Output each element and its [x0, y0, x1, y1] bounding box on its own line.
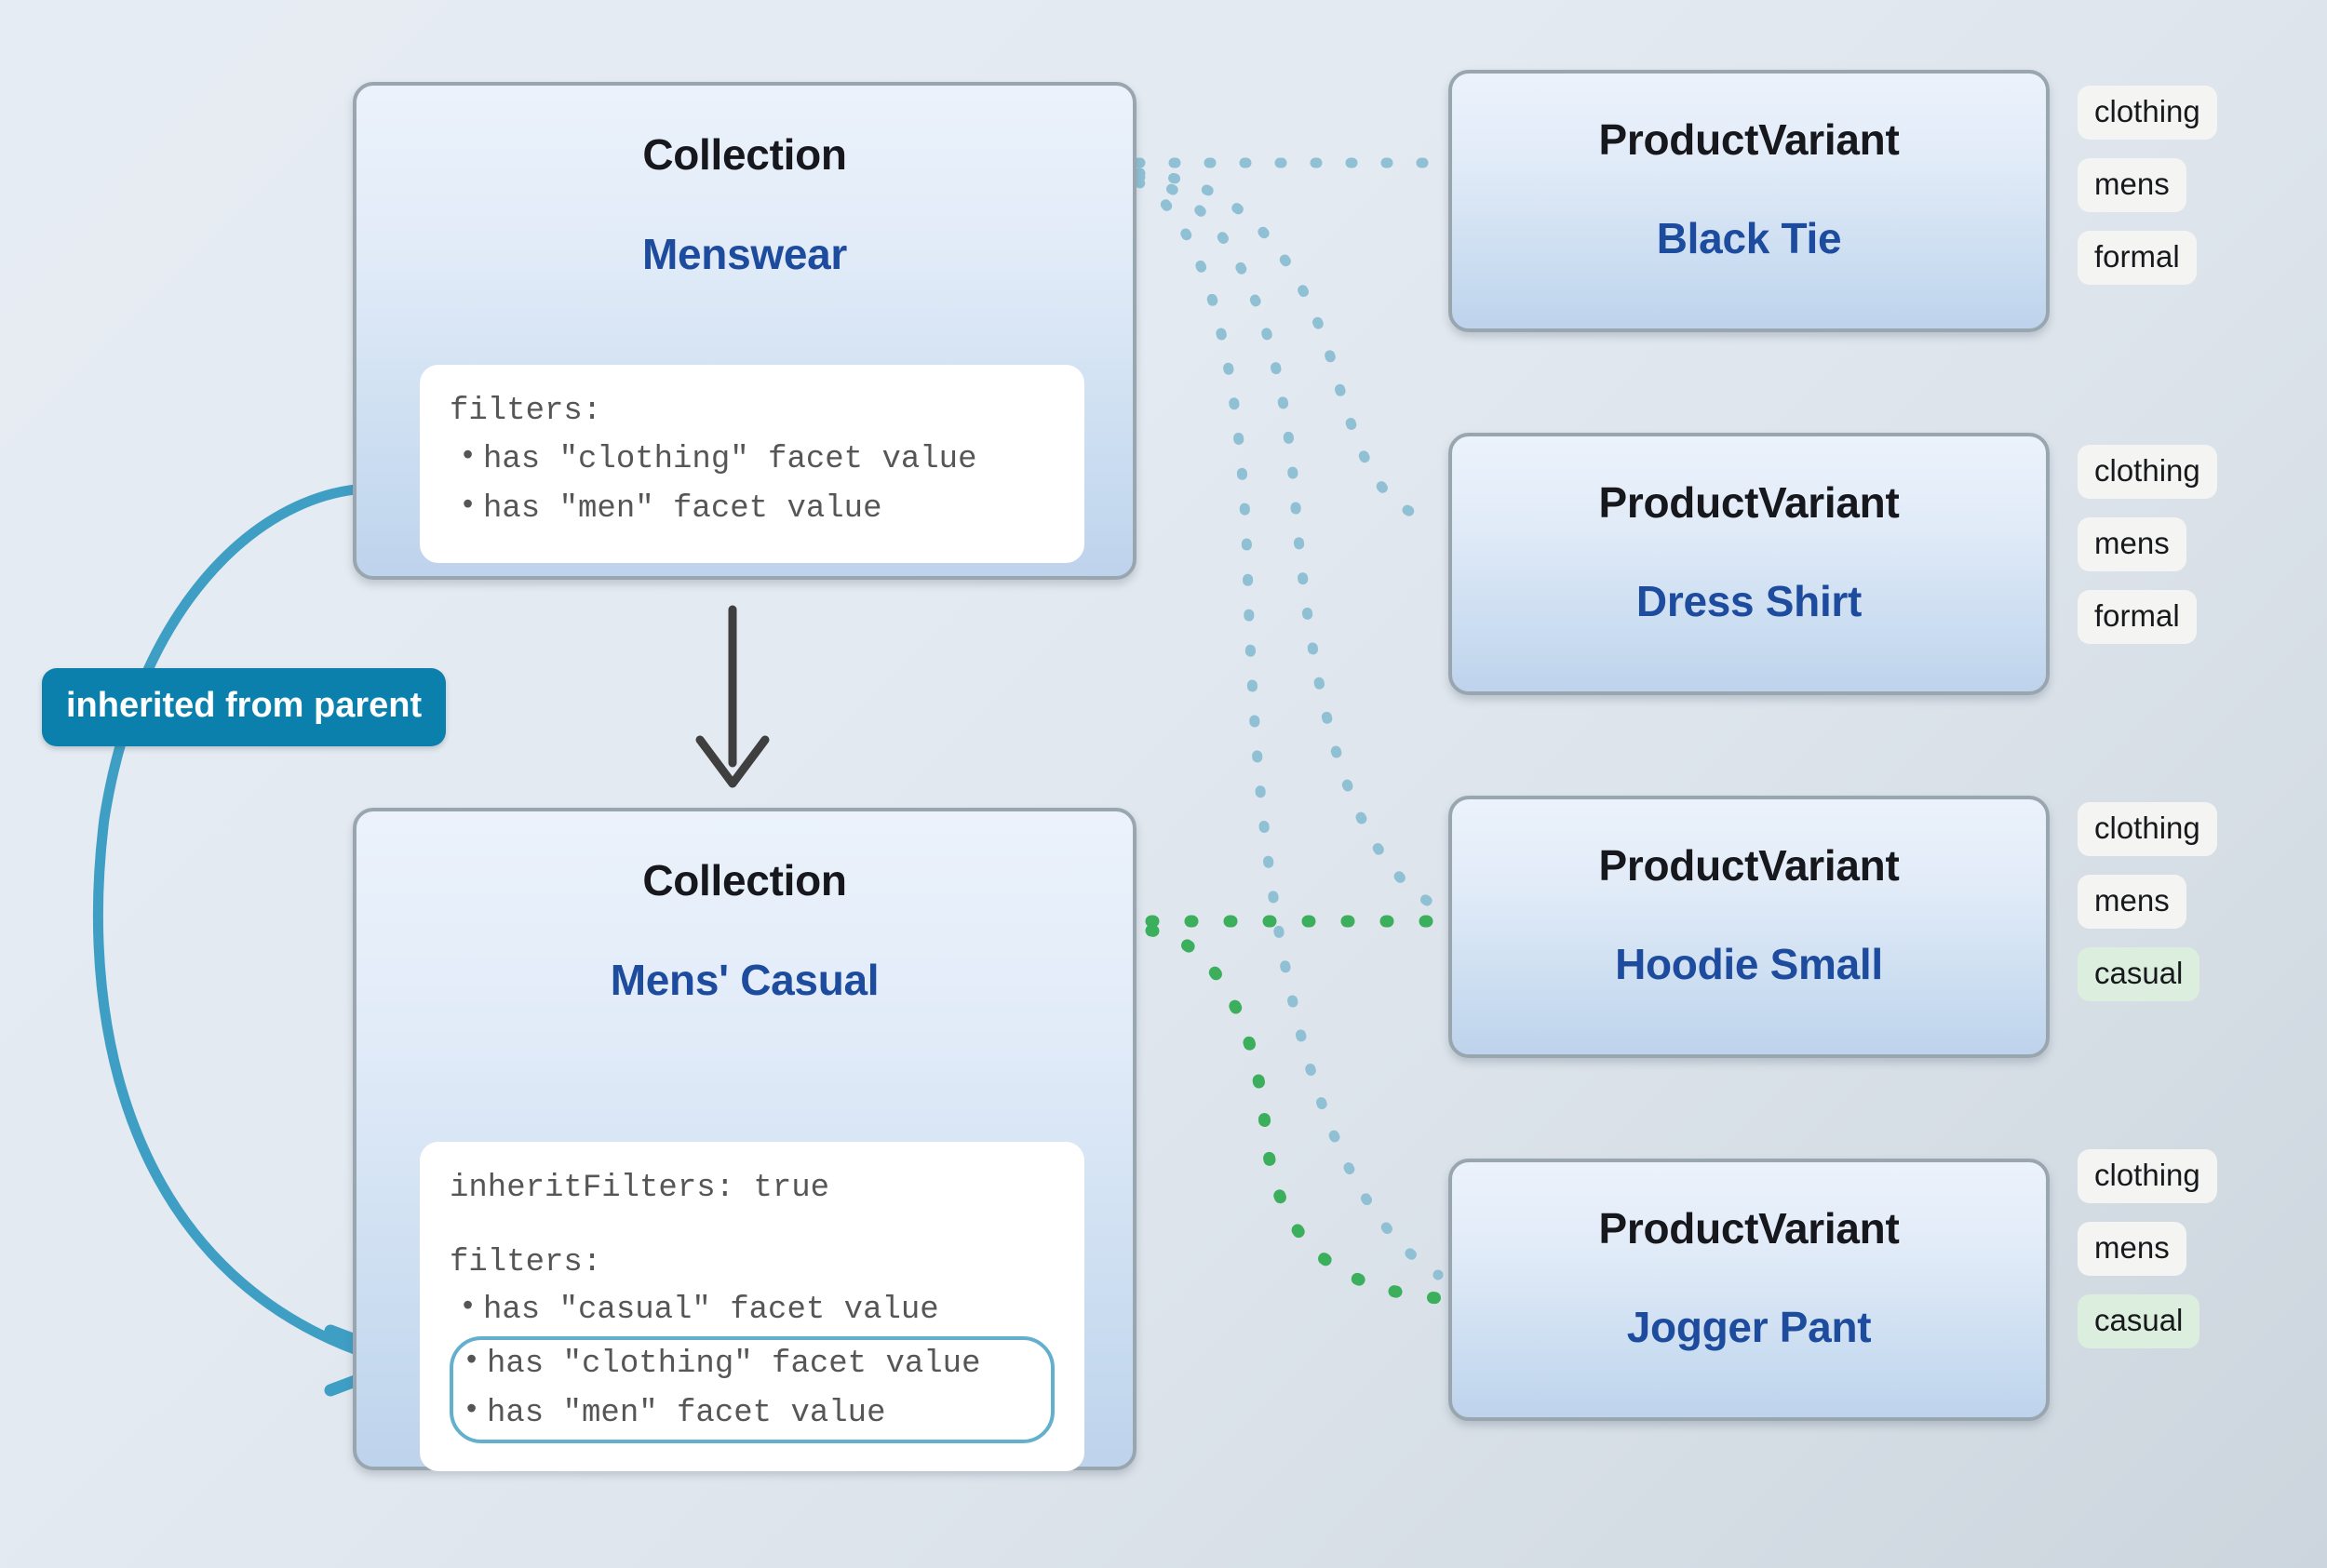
filter-item: has "men" facet value [453, 1389, 1051, 1440]
facet-tag: clothing [2078, 86, 2217, 140]
filters-label: filters: [450, 394, 602, 429]
facet-tag: formal [2078, 231, 2197, 285]
connector-menswear-hoodie [1133, 171, 1444, 913]
facet-tag: mens [2078, 875, 2186, 929]
filter-item: has "men" facet value [450, 485, 1055, 535]
facet-tag: clothing [2078, 445, 2217, 499]
collection-type-label: Collection [642, 130, 847, 179]
filters-label: filters: [450, 1244, 602, 1280]
filters-list: has "clothing" facet value has "men" fac… [450, 436, 1055, 535]
variant-name-label: Hoodie Small [1615, 940, 1883, 988]
facet-tag: mens [2078, 517, 2186, 571]
filter-item: has "casual" facet value [450, 1286, 1055, 1336]
facet-tag-stack: clothing mens casual [2078, 802, 2282, 1020]
product-variant-card-dress-shirt[interactable]: ProductVariant Dress Shirt [1448, 433, 2050, 695]
own-filters-list: has "casual" facet value [450, 1286, 1055, 1336]
inherit-filters-line: inheritFilters: true [450, 1171, 830, 1206]
variant-name-label: Dress Shirt [1635, 577, 1863, 625]
facet-tag: mens [2078, 158, 2186, 212]
variant-name-label: Black Tie [1656, 214, 1842, 262]
inheritance-arrow [695, 605, 770, 788]
facet-tag: formal [2078, 590, 2197, 644]
inherited-filters-group: has "clothing" facet value has "men" fac… [450, 1335, 1055, 1443]
code-spacer [450, 1213, 1055, 1240]
variant-type-label: ProductVariant [1598, 1204, 1900, 1253]
variant-type-label: ProductVariant [1598, 115, 1900, 164]
facet-tag: casual [2078, 947, 2200, 1001]
variant-name-label: Jogger Pant [1626, 1303, 1872, 1351]
connector-menswear-jogger [1133, 177, 1444, 1280]
facet-tag-stack: clothing mens formal [2078, 86, 2282, 303]
diagram-canvas: Collection Menswear filters: has "clothi… [0, 0, 2327, 1568]
product-variant-card-hoodie-small[interactable]: ProductVariant Hoodie Small [1448, 796, 2050, 1058]
product-variant-card-black-tie[interactable]: ProductVariant Black Tie [1448, 70, 2050, 332]
facet-tag-stack: clothing mens casual [2078, 1149, 2282, 1367]
facet-tag: casual [2078, 1294, 2200, 1348]
variant-type-label: ProductVariant [1598, 478, 1900, 527]
collection-card-mens-casual[interactable]: Collection Mens' Casual inheritFilters: … [353, 808, 1137, 1471]
connector-menswear-dress-shirt [1133, 168, 1444, 527]
product-variant-card-jogger-pant[interactable]: ProductVariant Jogger Pant [1448, 1159, 2050, 1421]
facet-tag-stack: clothing mens formal [2078, 445, 2282, 663]
filter-item: has "clothing" facet value [453, 1340, 1051, 1390]
collection-name-label: Menswear [641, 230, 848, 278]
collection-card-menswear[interactable]: Collection Menswear filters: has "clothi… [353, 82, 1137, 580]
connector-mens-casual-jogger [1145, 924, 1445, 1305]
collection-type-label: Collection [642, 856, 847, 905]
collection-filters-panel: inheritFilters: true filters: has "casua… [420, 1142, 1084, 1471]
inherited-from-parent-badge: inherited from parent [42, 668, 447, 746]
facet-tag: clothing [2078, 802, 2217, 856]
filter-item: has "clothing" facet value [450, 436, 1055, 486]
variant-type-label: ProductVariant [1598, 841, 1900, 890]
collection-filters-panel: filters: has "clothing" facet value has … [420, 365, 1084, 563]
facet-tag: mens [2078, 1222, 2186, 1276]
facet-tag: clothing [2078, 1149, 2217, 1203]
collection-name-label: Mens' Casual [610, 956, 880, 1004]
